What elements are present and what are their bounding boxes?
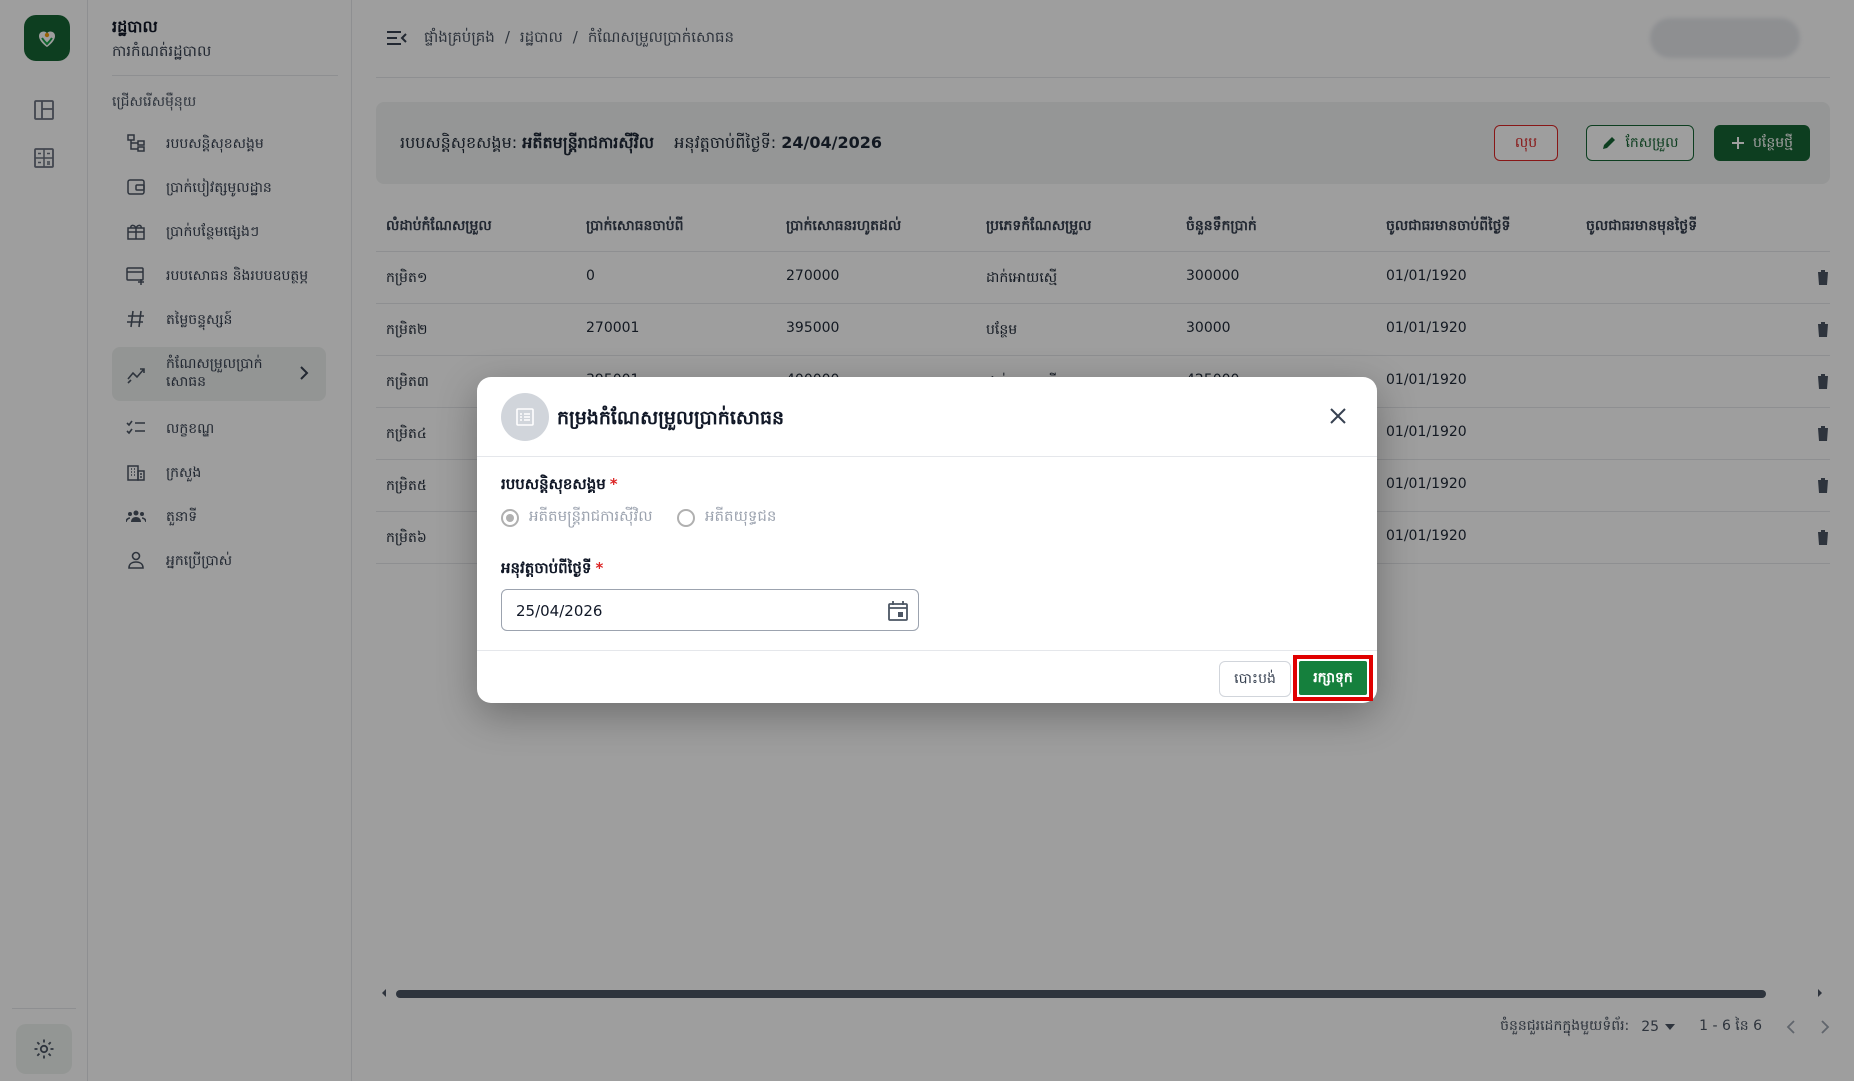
save-button[interactable]: រក្សាទុក <box>1299 661 1367 695</box>
date-input-value: 25/04/2026 <box>516 602 603 620</box>
radio-button-checked[interactable] <box>501 509 519 527</box>
scheme-field-label-text: របបសន្តិសុខសង្គម <box>501 475 606 493</box>
required-mark: * <box>595 559 604 577</box>
effective-date-input[interactable]: 25/04/2026 <box>501 589 919 631</box>
list-form-icon <box>516 408 534 426</box>
radio-veteran[interactable]: អតីតយុទ្ធជន <box>677 507 776 529</box>
radio-label: អតីតយុទ្ធជន <box>705 507 777 525</box>
cancel-button[interactable]: បោះបង់ <box>1219 661 1291 697</box>
date-field-label-text: អនុវត្តចាប់ពីថ្ងៃទី <box>501 559 592 577</box>
radio-label: អតីតមន្ត្រីរាជការស៊ីវិល <box>529 507 653 525</box>
date-field-label: អនុវត្តចាប់ពីថ្ងៃទី * <box>501 559 603 581</box>
save-button-label: រក្សាទុក <box>1313 669 1353 686</box>
dialog-footer: បោះបង់ រក្សាទុក <box>477 650 1377 703</box>
dialog-header: កម្រងកំណែសម្រួលប្រាក់សោធន <box>477 377 1377 457</box>
close-icon[interactable] <box>1329 407 1347 425</box>
adjustment-dialog: កម្រងកំណែសម្រួលប្រាក់សោធន របបសន្តិសុខសង្… <box>477 377 1377 703</box>
calendar-icon[interactable] <box>888 600 908 622</box>
required-mark: * <box>609 475 618 493</box>
radio-civil-servant[interactable]: អតីតមន្ត្រីរាជការស៊ីវិល <box>501 507 653 529</box>
cancel-button-label: បោះបង់ <box>1234 670 1276 687</box>
radio-button-unchecked[interactable] <box>677 509 695 527</box>
scheme-field-label: របបសន្តិសុខសង្គម * <box>501 475 618 497</box>
dialog-title: កម្រងកំណែសម្រួលប្រាក់សោធន <box>557 407 785 429</box>
dialog-header-icon <box>501 393 549 441</box>
save-button-highlight: រក្សាទុក <box>1293 655 1373 701</box>
